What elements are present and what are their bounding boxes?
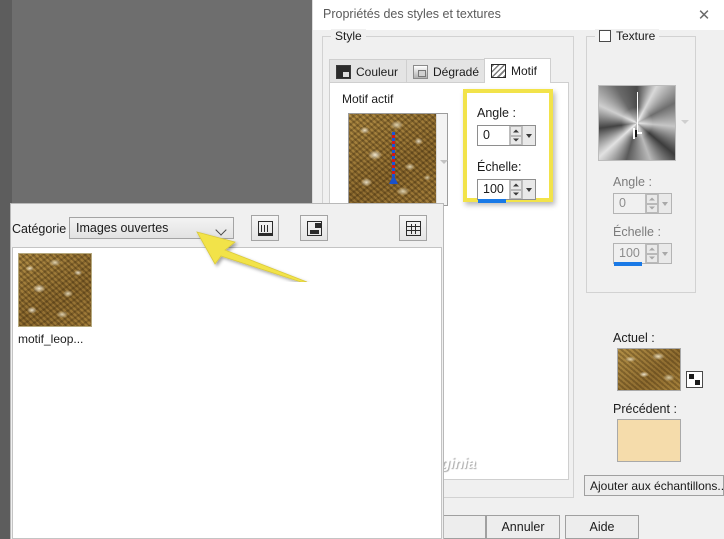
motif-echelle-value: 100 bbox=[483, 182, 504, 197]
texture-preview-image[interactable] bbox=[598, 85, 676, 161]
motif-angle-arrows[interactable] bbox=[509, 126, 522, 145]
motif-echelle-label: Échelle: bbox=[477, 160, 522, 174]
color-swatch-icon bbox=[336, 64, 351, 79]
style-group-legend: Style bbox=[331, 29, 366, 43]
motif-preview-scrollbar[interactable] bbox=[436, 114, 448, 205]
texture-angle-value: 0 bbox=[619, 196, 626, 211]
add-to-samples-button[interactable]: Ajouter aux échantillons... bbox=[584, 475, 724, 496]
motif-actif-label: Motif actif bbox=[342, 92, 394, 106]
texture-angle-spinner: 0 bbox=[613, 193, 672, 214]
pattern-thumbnail bbox=[18, 253, 92, 327]
category-selected-value: Images ouvertes bbox=[76, 221, 169, 235]
motif-echelle-spinner[interactable]: 100 bbox=[477, 179, 536, 200]
texture-group-legend[interactable]: Texture bbox=[595, 29, 660, 43]
grid-view-button[interactable] bbox=[399, 215, 427, 241]
screenshot-root: Propriétés des styles et textures ✕ Styl… bbox=[0, 0, 724, 539]
motif-angle-dropdown-icon[interactable] bbox=[522, 126, 535, 145]
texture-legend-label: Texture bbox=[616, 29, 656, 43]
motif-angle-label: Angle : bbox=[477, 106, 516, 120]
category-label: Catégorie : bbox=[12, 222, 74, 236]
pattern-icon bbox=[491, 64, 506, 78]
motif-echelle-arrows[interactable] bbox=[509, 180, 522, 199]
close-icon[interactable]: ✕ bbox=[687, 3, 721, 27]
precedent-label: Précédent : bbox=[613, 402, 677, 416]
motif-angle-value: 0 bbox=[483, 128, 490, 143]
checker-transparency-icon[interactable] bbox=[686, 371, 703, 388]
tab-degrade-label: Dégradé bbox=[433, 64, 480, 79]
help-button[interactable]: Aide bbox=[565, 515, 639, 539]
actuel-label: Actuel : bbox=[613, 331, 655, 345]
tab-motif[interactable]: Motif bbox=[484, 58, 551, 83]
texture-echelle-value: 100 bbox=[619, 246, 640, 261]
motif-preview[interactable] bbox=[348, 113, 448, 206]
annotation-arrow bbox=[196, 231, 308, 282]
motif-echelle-dropdown-icon[interactable] bbox=[522, 180, 535, 199]
texture-angle-label: Angle : bbox=[613, 175, 652, 189]
dialog-titlebar: Propriétés des styles et textures ✕ bbox=[313, 0, 724, 30]
tab-degrade[interactable]: Dégradé bbox=[406, 59, 491, 83]
texture-echelle-arrows bbox=[645, 244, 658, 263]
texture-angle-dropdown-icon bbox=[658, 194, 671, 213]
pattern-thumbnail-label: motif_leop... bbox=[18, 332, 84, 346]
actuel-swatch[interactable] bbox=[617, 348, 681, 391]
motif-angle-spinner[interactable]: 0 bbox=[477, 125, 536, 146]
precedent-swatch[interactable] bbox=[617, 419, 681, 462]
gradient-icon bbox=[413, 64, 428, 79]
style-tabstrip: Couleur Dégradé Motif bbox=[329, 58, 569, 83]
cancel-button[interactable]: Annuler bbox=[486, 515, 560, 539]
texture-echelle-spinner: 100 bbox=[613, 243, 672, 264]
texture-checkbox[interactable] bbox=[599, 30, 611, 42]
list-item[interactable]: motif_leop... bbox=[18, 253, 98, 346]
grid-view-icon bbox=[406, 221, 421, 236]
tab-motif-label: Motif bbox=[511, 64, 538, 78]
texture-echelle-dropdown-icon bbox=[658, 244, 671, 263]
tab-couleur-label: Couleur bbox=[356, 64, 399, 79]
texture-angle-arrows bbox=[645, 194, 658, 213]
angle-indicator-handle[interactable] bbox=[392, 132, 395, 180]
motif-echelle-meter bbox=[478, 199, 506, 203]
texture-echelle-meter bbox=[614, 262, 642, 266]
dialog-title: Propriétés des styles et textures bbox=[323, 7, 501, 21]
texture-dropdown-chevron-icon[interactable] bbox=[681, 120, 689, 124]
tab-couleur[interactable]: Couleur bbox=[329, 59, 407, 83]
texture-echelle-label: Échelle : bbox=[613, 225, 661, 239]
